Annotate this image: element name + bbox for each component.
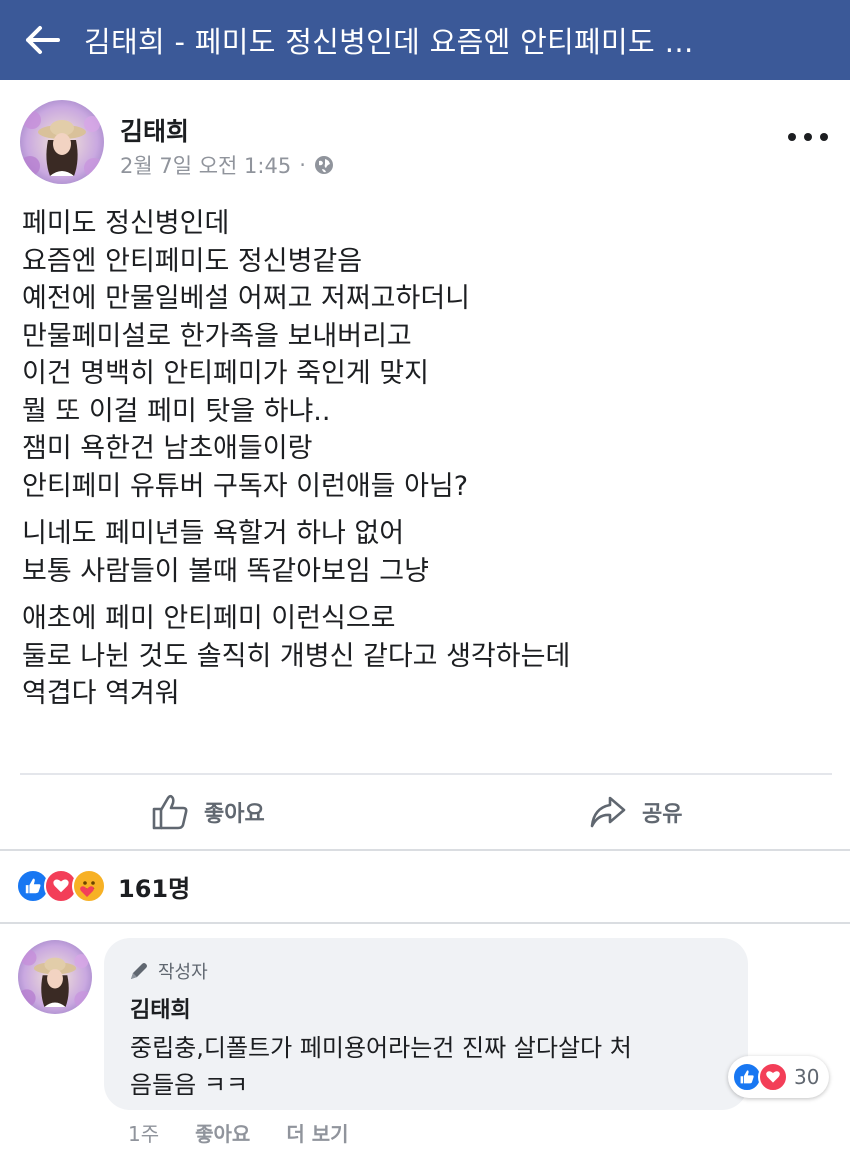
- comments-divider: [0, 922, 850, 924]
- post-line: 니네도 페미년들 욕할거 하나 없어: [22, 518, 405, 549]
- post-line: 요즘엔 안티페미도 정신병같음: [22, 245, 363, 277]
- post-line: 애초에 페미 안티페미 이런식으로: [22, 603, 396, 634]
- post-line: 보통 사람들이 볼때 똑같아보임 그냥: [22, 555, 429, 587]
- post-line: 페미도 정신병인데: [22, 208, 230, 239]
- top-bar: 김태희 - 페미도 정신병인데 요즘엔 안티페미도 …: [0, 0, 850, 80]
- post-paragraph: 애초에 페미 안티페미 이런식으로 둘로 나뉜 것도 솔직히 개병신 같다고 생…: [22, 600, 822, 713]
- post-author-name[interactable]: 김태희: [120, 112, 189, 148]
- pen-icon: [131, 963, 147, 979]
- share-button[interactable]: 공유: [588, 782, 682, 842]
- reactions-summary[interactable]: 161명: [16, 866, 190, 906]
- comment-reactions[interactable]: 30: [728, 1056, 830, 1098]
- like-label: 좋아요: [204, 802, 265, 827]
- post-line: 둘로 나뉜 것도 솔직히 개병신 같다고 생각하는데: [22, 640, 571, 672]
- more-dots-icon: [788, 133, 796, 141]
- comment-more-button[interactable]: 더 보기: [286, 1118, 348, 1147]
- actions-top-divider: [20, 773, 832, 775]
- page-title: 김태희 - 페미도 정신병인데 요즘엔 안티페미도 …: [84, 25, 694, 59]
- love-icon: [758, 1062, 788, 1092]
- comment-bubble[interactable]: 작성자 김태희 중립충,디폴트가 페미용어라는건 진짜 살다살다 처 음들음 ㅋ…: [104, 938, 748, 1110]
- arrow-left-icon: [26, 26, 60, 54]
- author-badge: 작성자: [128, 958, 208, 984]
- post-timestamp[interactable]: 2월 7일 오전 1:45: [120, 150, 291, 180]
- thumbs-up-icon: [152, 794, 188, 830]
- author-badge-label: 작성자: [158, 962, 208, 983]
- post-body: 페미도 정신병인데 요즘엔 안티페미도 정신병같음 예전에 만물일베설 어쩌고 …: [22, 205, 822, 723]
- comment-like-button[interactable]: 좋아요: [195, 1118, 250, 1147]
- globe-icon: [314, 156, 333, 174]
- post-paragraph: 페미도 정신병인데 요즘엔 안티페미도 정신병같음 예전에 만물일베설 어쩌고 …: [22, 205, 822, 505]
- post-line: 이건 명백히 안티페미가 죽인게 맞지: [22, 358, 429, 389]
- author-avatar[interactable]: [20, 100, 104, 184]
- comment-line: 음들음 ㅋㅋ: [130, 1071, 249, 1099]
- care-icon: [72, 869, 106, 903]
- share-label: 공유: [642, 802, 683, 827]
- post-line: 예전에 만물일베설 어쩌고 저쩌고하더니: [22, 283, 471, 314]
- actions-bottom-divider: [0, 849, 850, 851]
- back-button[interactable]: [0, 0, 84, 80]
- post-line: 잼미 욕한건 남초애들이랑: [22, 433, 313, 464]
- share-icon: [590, 796, 626, 828]
- meta-separator: ·: [299, 153, 306, 177]
- more-options-button[interactable]: [788, 122, 828, 152]
- post-meta: 2월 7일 오전 1:45 ·: [120, 150, 334, 180]
- post-paragraph: 니네도 페미년들 욕할거 하나 없어 보통 사람들이 볼때 똑같아보임 그냥: [22, 515, 822, 590]
- comment-actions: 1주 좋아요 더 보기: [128, 1118, 385, 1147]
- like-button[interactable]: 좋아요: [150, 782, 265, 842]
- comment-reaction-count: 30: [794, 1065, 820, 1089]
- post-line: 역겹다 역겨워: [22, 678, 180, 709]
- comment-time[interactable]: 1주: [128, 1118, 159, 1147]
- reaction-count: 161명: [118, 874, 191, 903]
- post-line: 뭘 또 이걸 페미 탓을 하냐..: [22, 395, 331, 427]
- post-line: 만물페미설로 한가족을 보내버리고: [22, 320, 412, 352]
- comment-author-name[interactable]: 김태희: [130, 992, 191, 1024]
- comment-text: 중립충,디폴트가 페미용어라는건 진짜 살다살다 처 음들음 ㅋㅋ: [130, 1030, 730, 1104]
- post-line: 안티페미 유튜버 구독자 이런애들 아님?: [22, 470, 469, 502]
- comment-line: 중립충,디폴트가 페미용어라는건 진짜 살다살다 처: [130, 1034, 632, 1062]
- commenter-avatar[interactable]: [18, 940, 92, 1014]
